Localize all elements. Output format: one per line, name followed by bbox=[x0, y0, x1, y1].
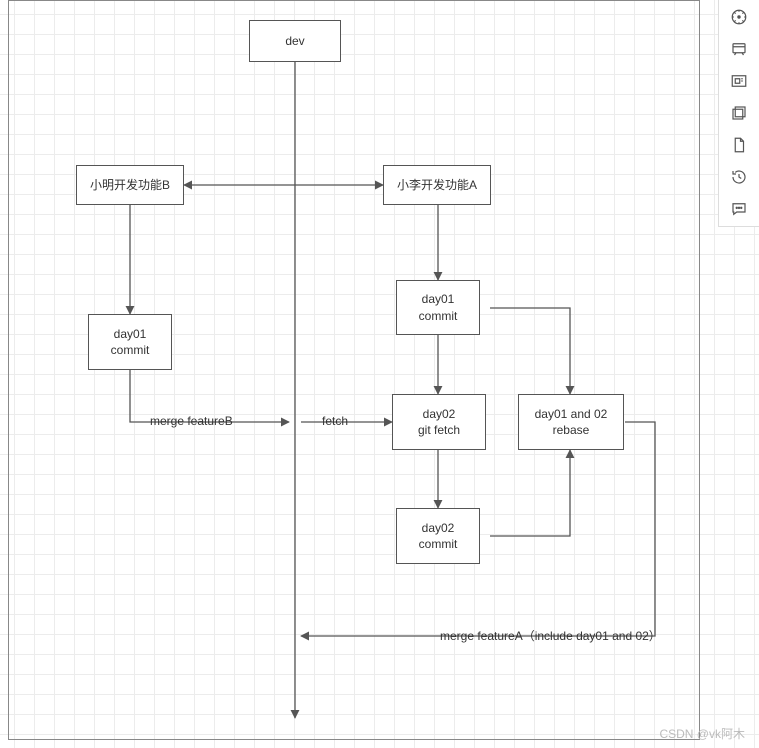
node-label: dev bbox=[285, 33, 304, 49]
node-label: day02 commit bbox=[419, 520, 458, 552]
node-a-day02-fetch[interactable]: day02 git fetch bbox=[392, 394, 486, 450]
node-label: day01 commit bbox=[111, 326, 150, 358]
fit-icon[interactable] bbox=[728, 70, 750, 92]
watermark: CSDN @vk阿木 bbox=[659, 725, 745, 742]
node-label: day01 and 02 rebase bbox=[535, 406, 608, 438]
node-label: 小明开发功能B bbox=[90, 177, 170, 193]
diagram-canvas: dev 小明开发功能B 小李开发功能A day01 commit day01 c… bbox=[0, 0, 759, 748]
comment-icon[interactable] bbox=[728, 198, 750, 220]
node-a-day01-commit[interactable]: day01 commit bbox=[396, 280, 480, 335]
history-icon[interactable] bbox=[728, 166, 750, 188]
node-label: day02 git fetch bbox=[418, 406, 460, 438]
node-xiaoli[interactable]: 小李开发功能A bbox=[383, 165, 491, 205]
page-icon[interactable] bbox=[728, 134, 750, 156]
toolbar bbox=[718, 0, 759, 227]
node-b-day01-commit[interactable]: day01 commit bbox=[88, 314, 172, 370]
theme-icon[interactable] bbox=[728, 38, 750, 60]
edge-label-merge-b: merge featureB bbox=[150, 414, 233, 428]
node-xiaoming[interactable]: 小明开发功能B bbox=[76, 165, 184, 205]
node-label: day01 commit bbox=[419, 291, 458, 323]
node-rebase[interactable]: day01 and 02 rebase bbox=[518, 394, 624, 450]
node-dev[interactable]: dev bbox=[249, 20, 341, 62]
node-label: 小李开发功能A bbox=[397, 177, 477, 193]
layers-icon[interactable] bbox=[728, 102, 750, 124]
compass-icon[interactable] bbox=[728, 6, 750, 28]
node-a-day02-commit[interactable]: day02 commit bbox=[396, 508, 480, 564]
edge-label-merge-a: merge featureA（include day01 and 02） bbox=[440, 627, 661, 644]
edge-label-fetch: fetch bbox=[322, 414, 348, 428]
